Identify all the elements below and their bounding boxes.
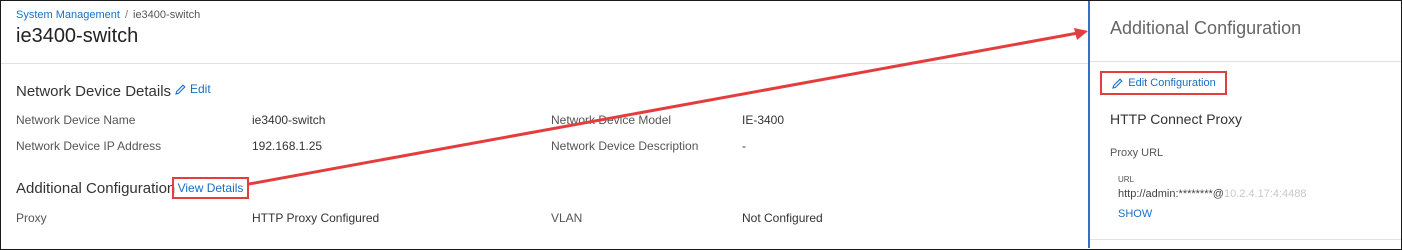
device-details-edit-link[interactable]: Edit	[174, 82, 211, 96]
field-label-device-name: Network Device Name	[16, 113, 136, 127]
header-divider	[1, 63, 1088, 64]
panel-bottom-divider	[1090, 239, 1401, 240]
field-label-vlan: VLAN	[551, 211, 583, 225]
url-small-label: URL	[1118, 175, 1135, 184]
page-title: ie3400-switch	[16, 25, 139, 47]
field-value-vlan: Not Configured	[742, 211, 823, 225]
breadcrumb-separator: /	[124, 9, 128, 21]
edit-configuration-button[interactable]: Edit Configuration	[1100, 71, 1227, 95]
field-label-description: Network Device Description	[551, 139, 699, 153]
additional-config-title: Additional Configuration	[16, 180, 176, 197]
pencil-icon	[175, 83, 186, 95]
proxy-url-value: http://admin:********@10.2.4.17:4:4488	[1118, 188, 1307, 200]
field-value-device-model: IE-3400	[742, 113, 785, 127]
proxy-url-visible: http://admin:********@	[1118, 188, 1224, 200]
proxy-url-faded: 10.2.4.17:4:4488	[1223, 188, 1307, 200]
field-value-ip-address: 192.168.1.25	[252, 139, 323, 153]
breadcrumb: System Management / ie3400-switch	[16, 9, 200, 21]
main-content: System Management / ie3400-switch ie3400-s…	[1, 1, 1088, 248]
field-value-proxy: HTTP Proxy Configured	[252, 211, 380, 225]
edit-label: Edit	[190, 82, 211, 96]
pencil-icon	[1112, 77, 1123, 89]
field-label-device-model: Network Device Model	[551, 113, 672, 127]
show-password-link[interactable]: SHOW	[1118, 208, 1152, 220]
proxy-url-label: Proxy URL	[1110, 147, 1164, 159]
proxy-section-title: HTTP Connect Proxy	[1110, 111, 1243, 127]
view-details-button[interactable]: View Details	[172, 177, 249, 199]
edit-configuration-label: Edit Configuration	[1128, 77, 1216, 89]
breadcrumb-current: ie3400-switch	[133, 9, 201, 21]
field-label-ip-address: Network Device IP Address	[16, 139, 162, 153]
additional-config-side-panel: Additional Configuration Edit Configurat…	[1088, 1, 1401, 248]
field-value-device-name: ie3400-switch	[252, 113, 326, 127]
field-value-description: -	[742, 139, 746, 153]
device-details-title: Network Device Details	[16, 83, 172, 100]
panel-title: Additional Configuration	[1110, 18, 1302, 38]
field-label-proxy: Proxy	[16, 211, 47, 225]
panel-divider	[1090, 61, 1401, 62]
breadcrumb-parent-link[interactable]: System Management	[16, 9, 120, 21]
